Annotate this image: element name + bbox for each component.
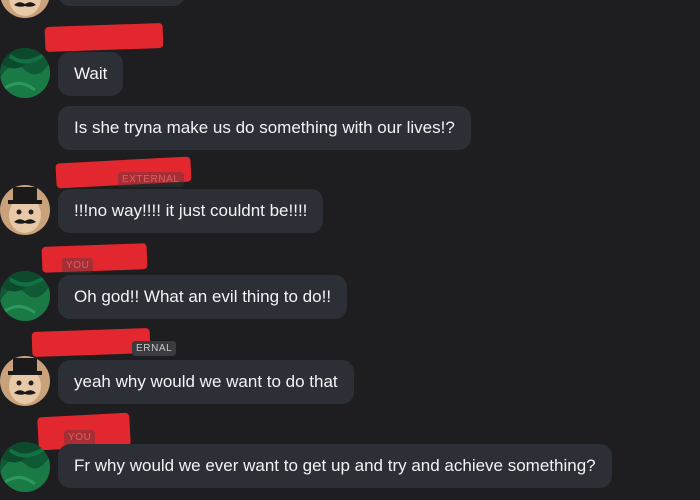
avatar-you[interactable] — [0, 442, 50, 492]
top-hat-avatar-icon — [0, 185, 50, 235]
avatar-you[interactable] — [0, 48, 50, 98]
avatar-external[interactable] — [0, 185, 50, 235]
message-bubble[interactable]: Fr why would we ever want to get up and … — [58, 444, 612, 488]
external-badge: EXTERNAL — [118, 172, 184, 187]
chat-thread: Wait Is she tryna make us do something w… — [0, 0, 700, 500]
top-hat-avatar-icon — [0, 0, 50, 18]
green-fabric-avatar-icon — [0, 48, 50, 98]
you-badge: YOU — [62, 258, 94, 273]
avatar-external[interactable] — [0, 0, 50, 18]
external-badge: ERNAL — [132, 341, 177, 356]
message-bubble[interactable]: Wait — [58, 52, 124, 96]
message-bubble[interactable]: yeah why would we want to do that — [58, 360, 354, 404]
green-fabric-avatar-icon — [0, 442, 50, 492]
redacted-username — [44, 22, 164, 53]
green-fabric-avatar-icon — [0, 271, 50, 321]
you-badge: YOU — [64, 430, 96, 445]
top-hat-avatar-icon — [0, 356, 50, 406]
message-bubble[interactable]: Is she tryna make us do something with o… — [58, 106, 471, 150]
message-bubble[interactable]: Oh god!! What an evil thing to do!! — [58, 275, 348, 319]
avatar-external[interactable] — [0, 356, 50, 406]
message-bubble[interactable]: !!!no way!!!! it just couldnt be!!!! — [58, 189, 324, 233]
avatar-you[interactable] — [0, 271, 50, 321]
redacted-username — [41, 243, 148, 273]
message-bubble-previous[interactable] — [58, 0, 185, 6]
